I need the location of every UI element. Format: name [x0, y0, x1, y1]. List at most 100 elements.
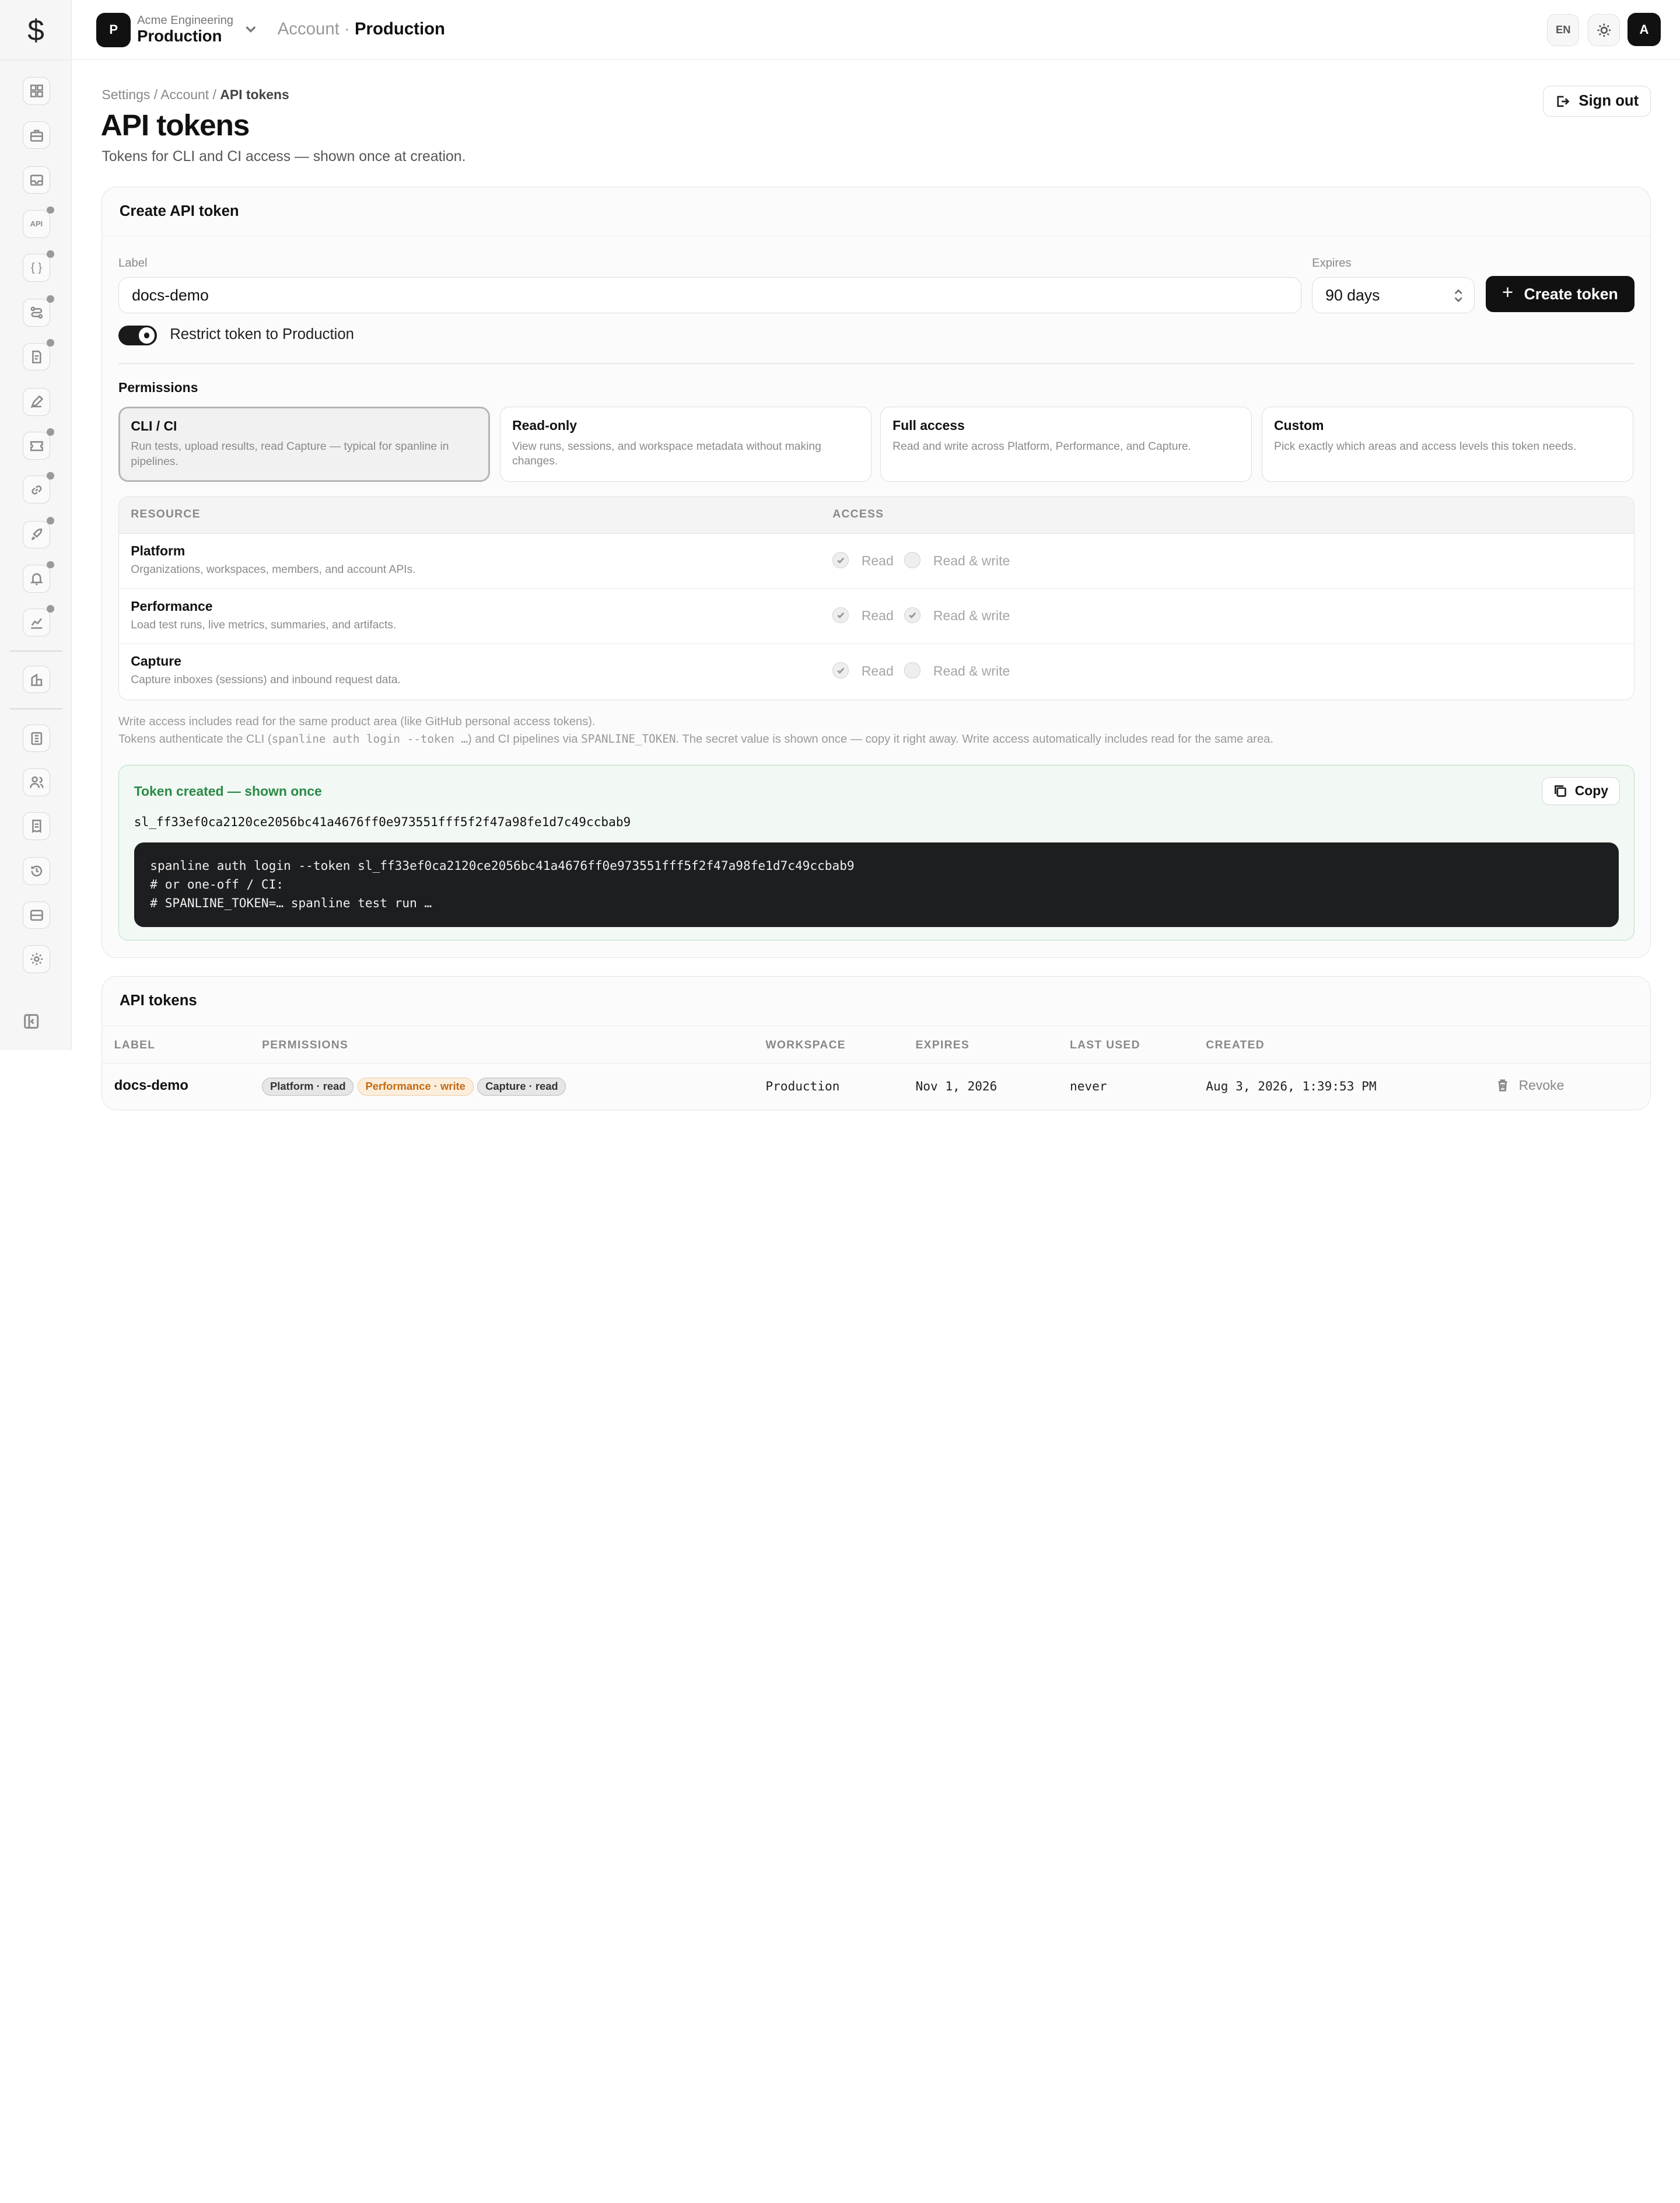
preset-custom[interactable]: Custom Pick exactly which areas and acce…	[1261, 407, 1634, 482]
create-token-button[interactable]: + Create token	[1485, 276, 1634, 313]
preset-title: CLI / CI	[131, 418, 177, 433]
breadcrumb-settings[interactable]: Settings	[102, 87, 150, 102]
top-breadcrumb-current: Production	[354, 19, 445, 39]
revoke-button[interactable]: Revoke	[1496, 1078, 1564, 1093]
check-icon	[837, 667, 845, 674]
performance-read-radio[interactable]	[832, 607, 849, 624]
tokens-table-header: LABEL PERMISSIONS WORKSPACE EXPIRES LAST…	[102, 1027, 1651, 1064]
resource-row-platform: Platform Organizations, workspaces, memb…	[119, 534, 1634, 589]
notification-dot	[46, 517, 54, 525]
restrict-toggle[interactable]	[118, 325, 158, 346]
workspace-badge[interactable]: P	[96, 13, 131, 47]
read-label: Read	[861, 553, 894, 568]
capture-readwrite-radio[interactable]	[904, 662, 921, 679]
permission-badge: Capture · read	[477, 1077, 566, 1096]
receipt-icon[interactable]	[22, 812, 51, 840]
briefcase-icon[interactable]	[22, 121, 51, 149]
breadcrumb: Settings / Account / API tokens	[102, 87, 289, 103]
history-icon[interactable]	[22, 857, 51, 886]
api-tokens-title: API tokens	[102, 977, 1651, 1026]
chart-icon[interactable]	[22, 604, 54, 637]
gear-icon[interactable]	[22, 945, 51, 973]
copy-button[interactable]: Copy	[1542, 777, 1620, 805]
building-icon[interactable]	[22, 665, 51, 694]
route-icon[interactable]	[22, 295, 54, 327]
workspace-name[interactable]: Production	[137, 27, 222, 46]
notification-dot	[46, 472, 54, 480]
resource-table-header: RESOURCE ACCESS	[119, 497, 1634, 534]
link-icon[interactable]	[22, 472, 54, 504]
create-token-title: Create API token	[102, 187, 1651, 237]
expires-select[interactable]: 90 days	[1312, 277, 1475, 314]
expires-caption: Expires	[1312, 256, 1352, 270]
sign-out-icon	[1557, 96, 1570, 107]
permissions-title: Permissions	[118, 380, 198, 396]
capture-read-radio[interactable]	[832, 662, 849, 679]
col-workspace: WORKSPACE	[765, 1038, 846, 1051]
notification-dot	[46, 250, 54, 258]
dashboard-icon[interactable]	[22, 77, 51, 105]
performance-readwrite-radio[interactable]	[904, 607, 921, 624]
code-snippet[interactable]: spanline auth login --token sl_ff33ef0ca…	[134, 842, 1619, 927]
app-logo[interactable]: $	[0, 0, 72, 60]
code-line: # or one-off / CI:	[150, 876, 284, 891]
org-name[interactable]: Acme Engineering	[137, 14, 233, 27]
breadcrumb-separator: /	[153, 86, 158, 102]
token-label: docs-demo	[114, 1077, 188, 1093]
sidebar-collapse-icon[interactable]	[23, 1013, 42, 1032]
preset-title: Read-only	[512, 418, 577, 433]
ticket-icon[interactable]	[22, 428, 54, 460]
read-label: Read	[861, 608, 894, 624]
sign-out-button[interactable]: Sign out	[1542, 85, 1651, 117]
code-braces-icon[interactable]: { }	[22, 250, 54, 282]
api-icon[interactable]: API	[22, 206, 54, 238]
notification-dot	[46, 428, 54, 436]
note-text: Tokens authenticate the CLI (	[118, 733, 272, 746]
plus-icon: +	[1502, 282, 1514, 304]
preset-read-only[interactable]: Read-only View runs, sessions, and works…	[499, 407, 872, 482]
check-icon	[837, 612, 845, 619]
report-icon[interactable]	[22, 339, 54, 371]
cli-auth-note: Tokens authenticate the CLI (spanline au…	[118, 732, 1273, 746]
breadcrumb-account[interactable]: Account	[160, 87, 209, 102]
page-subtitle: Tokens for CLI and CI access — shown onc…	[102, 149, 466, 165]
rocket-icon[interactable]	[22, 517, 54, 549]
ledger-icon[interactable]	[22, 724, 51, 753]
note-code: SPANLINE_TOKEN	[581, 732, 676, 746]
check-icon	[909, 612, 916, 619]
bell-icon[interactable]	[22, 561, 54, 593]
resource-access-table: RESOURCE ACCESS Platform Organizations, …	[118, 496, 1634, 701]
storage-icon[interactable]	[22, 901, 51, 929]
inbox-icon[interactable]	[22, 166, 51, 194]
notification-dot	[46, 295, 54, 303]
language-button[interactable]: EN	[1547, 13, 1580, 46]
pen-icon[interactable]	[22, 387, 51, 416]
platform-readwrite-radio[interactable]	[904, 552, 921, 568]
preset-desc: View runs, sessions, and workspace metad…	[512, 440, 821, 468]
users-icon[interactable]	[22, 768, 51, 796]
code-braces-text: { }	[30, 261, 42, 274]
revoke-label: Revoke	[1518, 1077, 1564, 1093]
preset-cli-ci[interactable]: CLI / CI Run tests, upload results, read…	[118, 407, 491, 482]
avatar[interactable]: A	[1628, 13, 1661, 46]
col-expires: EXPIRES	[915, 1038, 970, 1051]
label-input[interactable]: docs-demo	[118, 277, 1301, 314]
preset-title: Custom	[1273, 418, 1324, 433]
token-value[interactable]: sl_ff33ef0ca2120ce2056bc41a4676ff0e97355…	[134, 814, 631, 829]
table-row: docs-demo Platform · read Performance · …	[102, 1065, 1650, 1109]
token-created-panel: Token created — shown once Copy sl_ff33e…	[118, 764, 1634, 940]
resource-desc: Organizations, workspaces, members, and …	[131, 564, 416, 576]
toggle-knob	[138, 327, 155, 344]
breadcrumb-separator: /	[212, 86, 216, 102]
resource-desc: Capture inboxes (sessions) and inbound r…	[131, 674, 401, 687]
preset-full-access[interactable]: Full access Read and write across Platfo…	[880, 407, 1252, 482]
top-breadcrumb-section[interactable]: Account	[278, 19, 340, 39]
resource-row-performance: Performance Load test runs, live metrics…	[119, 589, 1634, 644]
preset-desc: Pick exactly which areas and access leve…	[1273, 440, 1577, 453]
resource-name: Platform	[131, 543, 186, 559]
platform-read-radio[interactable]	[832, 552, 849, 568]
copy-icon	[1555, 785, 1566, 797]
chevron-down-icon[interactable]	[243, 22, 258, 37]
preset-title: Full access	[892, 418, 965, 433]
theme-toggle-button[interactable]	[1587, 13, 1620, 46]
